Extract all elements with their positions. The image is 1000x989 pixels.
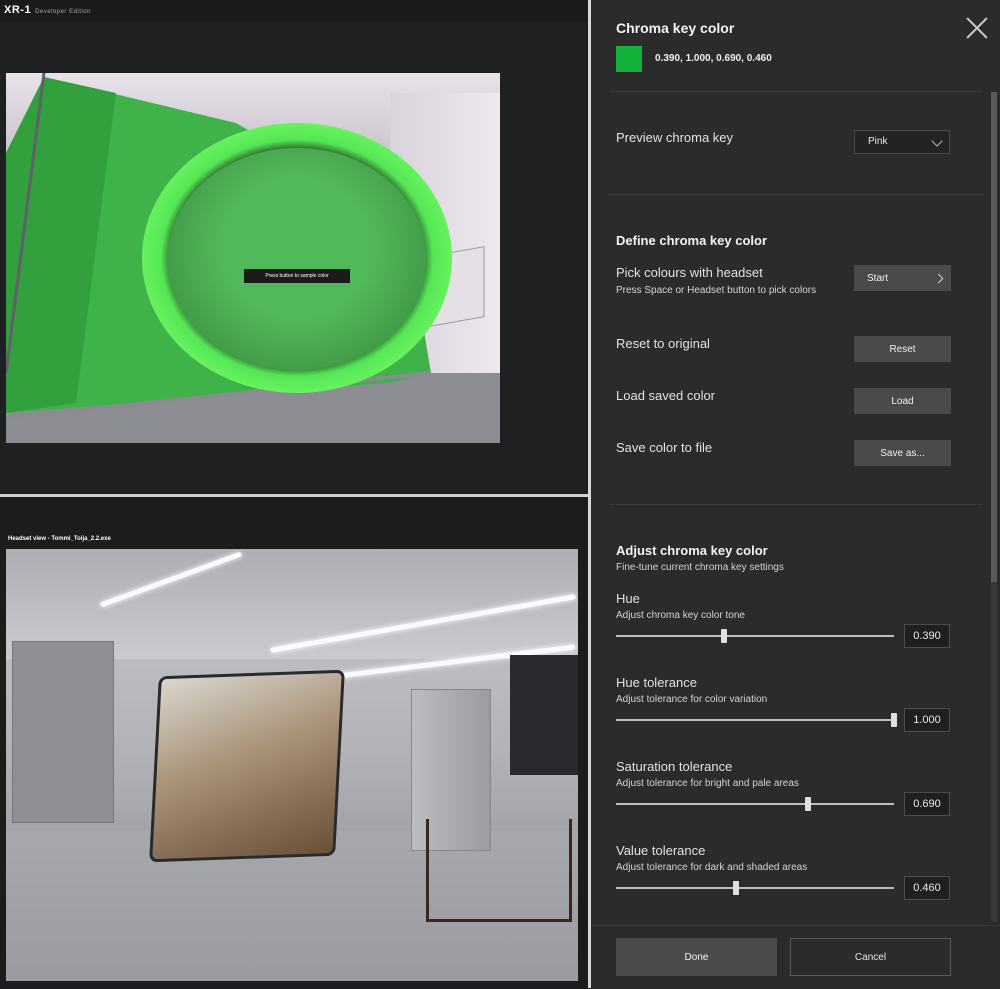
chroma-portal [149,669,345,863]
headset-view-title: Headset view - Tommi_Toija_2.2.exe [8,536,111,542]
divider [609,504,983,505]
camera-pane: XR-1 Developer Edition Press button to sa… [0,0,588,494]
slider-track[interactable] [616,629,894,643]
preview-select-value: Pink [868,136,888,147]
app-edition: Developer Edition [35,9,91,15]
done-button[interactable]: Done [616,938,777,976]
slider-track[interactable] [616,881,894,895]
headset-window [510,655,578,775]
slider-value-input[interactable]: 0.390 [904,624,950,648]
color-swatch [616,46,642,72]
slider-hint: Adjust tolerance for dark and shaded are… [616,862,808,873]
cancel-button[interactable]: Cancel [790,938,951,976]
slider-label: Saturation tolerance [616,759,733,774]
chevron-right-icon [933,273,944,284]
close-icon[interactable] [965,16,989,40]
slider-track[interactable] [616,713,897,727]
chroma-key-color-heading: Chroma key color [616,20,735,36]
reset-button[interactable]: Reset [854,336,951,362]
headset-chair [426,819,572,922]
headset-view [6,549,578,981]
pick-colours-hint: Press Space or Headset button to pick co… [616,285,817,296]
slider-label: Value tolerance [616,843,706,858]
sample-ring-inner [168,148,426,370]
slider-thumb[interactable] [732,881,739,895]
load-label: Load saved color [616,388,716,403]
reset-label: Reset to original [616,336,710,351]
slider-value-input[interactable]: 0.690 [904,792,950,816]
headset-pane: Headset view - Tommi_Toija_2.2.exe [0,497,588,988]
adjust-heading: Adjust chroma key color [616,543,768,558]
slider-thumb[interactable] [891,713,897,727]
preview-chroma-key-label: Preview chroma key [616,130,734,145]
slider-thumb[interactable] [804,797,811,811]
slider-value-input[interactable]: 0.460 [904,876,950,900]
headset-door [12,641,114,823]
preview-select[interactable]: Pink [854,130,950,154]
slider-track[interactable] [616,797,894,811]
app-name: XR-1 [4,4,32,16]
pick-colours-label: Pick colours with headset [616,265,763,280]
adjust-subheading: Fine-tune current chroma key settings [616,562,784,573]
divider [609,194,983,195]
save-as-button[interactable]: Save as... [854,440,951,466]
sample-tooltip: Press button to sample color [244,269,350,283]
slider-hint: Adjust tolerance for color variation [616,694,768,705]
chroma-key-value: 0.390, 1.000, 0.690, 0.460 [655,53,772,64]
start-button-label: Start [867,272,889,284]
panel-content: Chroma key color 0.390, 1.000, 0.690, 0.… [591,0,1000,925]
camera-feed[interactable]: Press button to sample color [6,73,500,443]
start-button[interactable]: Start [854,265,951,291]
panel-footer: Done Cancel [591,925,1000,989]
scrollbar-thumb[interactable] [991,92,997,582]
divider [609,91,983,92]
save-label: Save color to file [616,440,713,455]
scrollbar[interactable] [991,92,997,922]
chevron-down-icon [931,135,943,147]
app-title: XR-1 Developer Edition [4,4,91,16]
load-button[interactable]: Load [854,388,951,414]
slider-label: Hue [616,591,640,606]
slider-value-input[interactable]: 1.000 [904,708,950,732]
slider-label: Hue tolerance [616,675,697,690]
slider-thumb[interactable] [721,629,728,643]
chroma-key-panel: Chroma key color 0.390, 1.000, 0.690, 0.… [591,0,1000,989]
slider-hint: Adjust tolerance for bright and pale are… [616,778,799,789]
slider-hint: Adjust chroma key color tone [616,610,745,621]
define-heading: Define chroma key color [616,233,767,248]
